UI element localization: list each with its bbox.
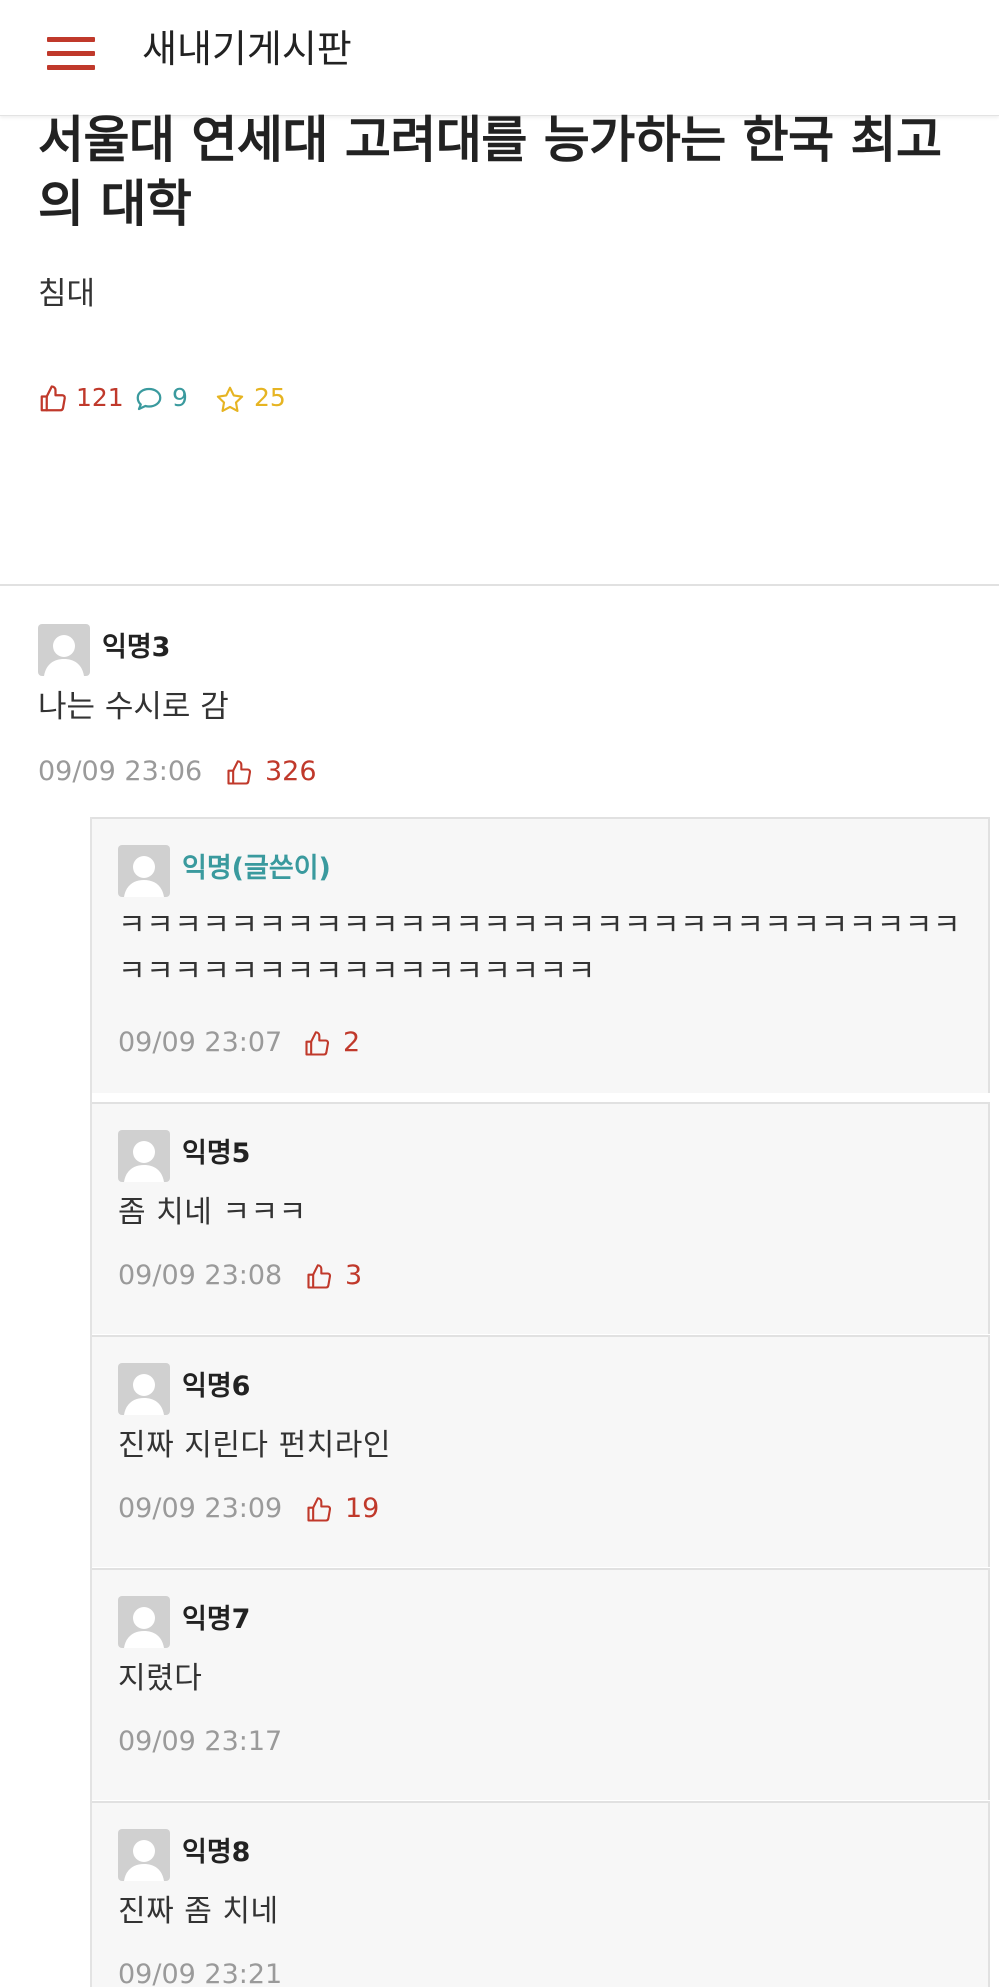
avatar: [118, 1829, 170, 1881]
reply-text: ㅋㅋㅋㅋㅋㅋㅋㅋㅋㅋㅋㅋㅋㅋㅋㅋㅋㅋㅋㅋㅋㅋㅋㅋㅋㅋㅋㅋㅋㅋㅋㅋㅋㅋㅋㅋㅋㅋㅋㅋ…: [118, 908, 961, 989]
reply-item: 익명7 지렸다 09/09 23:17: [92, 1568, 990, 1800]
comment-like-button[interactable]: 326: [225, 754, 325, 790]
post-scrap-count: 25: [254, 383, 286, 412]
board-title: 새내기게시판: [142, 27, 352, 71]
avatar: [38, 624, 90, 676]
comment-meta: 09/09 23:06 326: [38, 754, 438, 790]
reply-time: 09/09 23:17: [118, 1726, 283, 1757]
post-comment-count: 9: [172, 383, 188, 412]
reply-text: 지렸다: [118, 1661, 203, 1696]
reply-like-button[interactable]: 3: [305, 1258, 385, 1294]
hamburger-menu-icon[interactable]: [47, 37, 95, 71]
avatar: [118, 1596, 170, 1648]
section-divider: [0, 584, 999, 586]
post-scrap-button[interactable]: 25: [214, 382, 304, 418]
comment-author: 익명3: [102, 632, 171, 663]
reply-meta: 09/09 23:07 2: [118, 1025, 518, 1061]
reply-time: 09/09 23:09: [118, 1493, 283, 1524]
reply-item: 익명5 좀 치네 ㅋㅋㅋ 09/09 23:08 3: [92, 1102, 990, 1334]
post-title: 서울대 연세대 고려대를 능가하는 한국 최고의 대학: [38, 111, 942, 233]
reply-text: 진짜 좀 치네: [118, 1894, 279, 1929]
post-body: 침대: [38, 276, 96, 312]
reply-meta: 09/09 23:08 3: [118, 1258, 518, 1294]
reply-author: 익명8: [182, 1837, 251, 1868]
avatar: [118, 1130, 170, 1182]
reply-time: 09/09 23:07: [118, 1027, 283, 1058]
avatar: [118, 1363, 170, 1415]
reply-time: 09/09 23:08: [118, 1260, 283, 1291]
reply-like-button[interactable]: 2: [303, 1025, 383, 1061]
reply-meta: 09/09 23:17: [118, 1724, 518, 1760]
thumbs-up-icon: [307, 1264, 332, 1289]
comment-text: 나는 수시로 감: [38, 689, 229, 725]
post-like-count: 121: [76, 383, 124, 412]
reply-like-button[interactable]: 19: [305, 1491, 385, 1527]
comment-time: 09/09 23:06: [38, 756, 203, 787]
reply-item: 익명(글쓴이) ㅋㅋㅋㅋㅋㅋㅋㅋㅋㅋㅋㅋㅋㅋㅋㅋㅋㅋㅋㅋㅋㅋㅋㅋㅋㅋㅋㅋㅋㅋㅋㅋ…: [92, 817, 990, 1093]
reply-meta: 09/09 23:21: [118, 1957, 518, 1987]
post-content: 서울대 연세대 고려대를 능가하는 한국 최고의 대학 침대: [38, 108, 968, 314]
thumbs-up-icon: [227, 760, 252, 785]
star-icon: [216, 386, 244, 412]
app-header: 새내기게시판: [0, 0, 999, 116]
reply-meta: 09/09 23:09 19: [118, 1491, 518, 1527]
reply-item: 익명8 진짜 좀 치네 09/09 23:21: [92, 1801, 990, 1987]
reply-author: 익명6: [182, 1371, 251, 1402]
thumbs-up-icon: [40, 385, 66, 412]
reply-author: 익명7: [182, 1604, 251, 1635]
reply-author: 익명5: [182, 1138, 251, 1169]
reply-item: 익명6 진짜 지린다 펀치라인 09/09 23:09 19: [92, 1335, 990, 1567]
reply-list: 익명(글쓴이) ㅋㅋㅋㅋㅋㅋㅋㅋㅋㅋㅋㅋㅋㅋㅋㅋㅋㅋㅋㅋㅋㅋㅋㅋㅋㅋㅋㅋㅋㅋㅋㅋ…: [90, 817, 990, 1987]
post-comment-button[interactable]: 9: [134, 382, 204, 418]
reply-text: 좀 치네 ㅋㅋㅋ: [118, 1195, 307, 1230]
thumbs-up-icon: [305, 1031, 330, 1056]
comment-like-count: 326: [265, 756, 317, 787]
reply-like-count: 19: [345, 1493, 380, 1524]
reply-like-count: 2: [343, 1027, 361, 1058]
reply-text: 진짜 지린다 펀치라인: [118, 1428, 391, 1463]
reply-time: 09/09 23:21: [118, 1959, 283, 1987]
comment-bubble-icon: [136, 387, 162, 411]
reply-author: 익명(글쓴이): [182, 853, 331, 884]
avatar: [118, 845, 170, 897]
post-like-button[interactable]: 121: [38, 382, 124, 418]
reply-like-count: 3: [345, 1260, 363, 1291]
thumbs-up-icon: [307, 1497, 332, 1522]
